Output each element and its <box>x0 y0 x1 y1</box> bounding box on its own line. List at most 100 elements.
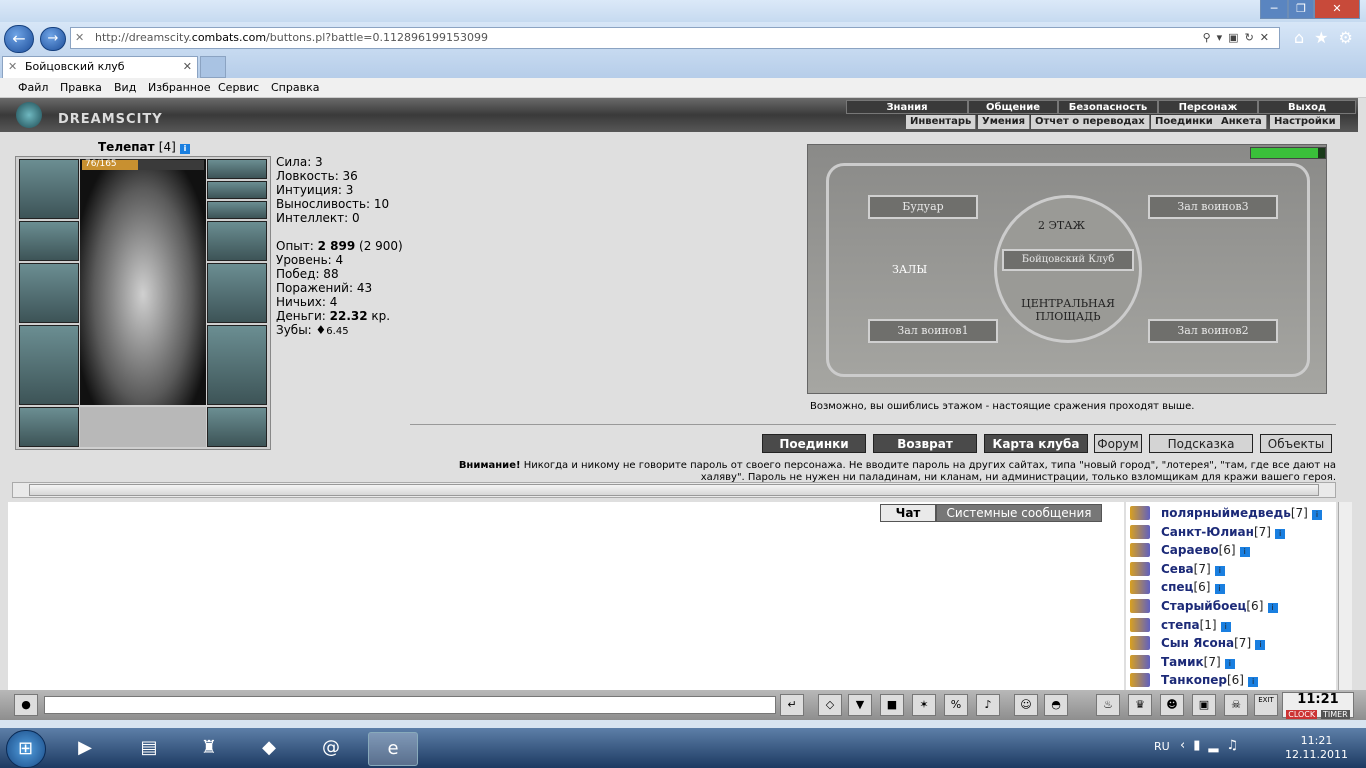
shield-icon[interactable]: ◆ <box>244 732 294 766</box>
search-icon[interactable]: ⚲ <box>1203 31 1217 44</box>
room-warriors-hall-3[interactable]: Зал воинов3 <box>1148 195 1278 219</box>
speaker-icon[interactable]: ● <box>14 694 38 716</box>
user-info-icon[interactable]: i <box>1220 621 1231 632</box>
mail-at-icon[interactable]: @ <box>306 732 356 766</box>
weapon-left-slot[interactable] <box>19 263 79 323</box>
send-icon[interactable]: ↵ <box>780 694 804 716</box>
tray-icons[interactable]: ‹▮▂♫ <box>1180 738 1246 753</box>
stop-icon[interactable]: ✕ <box>1260 31 1275 44</box>
user-row[interactable]: Санкт-Юлиан[7] i <box>1161 525 1286 539</box>
bracers-slot[interactable] <box>19 221 79 261</box>
menu-file[interactable]: Файл <box>18 81 48 94</box>
topmenu-exit[interactable]: Выход <box>1258 100 1356 114</box>
gloves-slot[interactable] <box>207 221 267 261</box>
forward-button[interactable]: → <box>40 27 66 51</box>
users-scrollbar[interactable] <box>1338 502 1352 690</box>
user-row[interactable]: Старыйбоец[6] i <box>1161 599 1278 613</box>
menu-tools[interactable]: Сервис <box>218 81 259 94</box>
user-row[interactable]: степа[1] i <box>1161 618 1231 632</box>
info-icon[interactable]: i <box>179 144 190 154</box>
timer-label[interactable]: TIMER <box>1320 710 1350 719</box>
maximize-button[interactable]: ❐ <box>1288 0 1314 19</box>
network-signal-icon[interactable]: ▂ <box>1208 738 1226 753</box>
room-warriors-hall-1[interactable]: Зал воинов1 <box>868 319 998 343</box>
potion-icon[interactable]: ♨ <box>1096 694 1120 716</box>
topmenu-character[interactable]: Персонаж <box>1158 100 1258 114</box>
minimize-button[interactable]: ─ <box>1260 0 1288 19</box>
user-info-icon[interactable]: i <box>1214 584 1225 595</box>
skull-icon[interactable]: ☠ <box>1224 694 1248 716</box>
user-action-icon[interactable] <box>1130 506 1150 520</box>
battles-button[interactable]: Поединки <box>762 434 866 453</box>
objects-button[interactable]: Объекты <box>1260 434 1332 453</box>
lock-icon[interactable]: ▣ <box>1192 694 1216 716</box>
earring-slot[interactable] <box>207 159 267 179</box>
user-info-icon[interactable]: i <box>1248 677 1259 688</box>
user-action-icon[interactable] <box>1130 580 1150 595</box>
topmenu-social[interactable]: Общение <box>968 100 1058 114</box>
armor-slot[interactable] <box>19 325 79 405</box>
rings-slot[interactable] <box>207 201 267 219</box>
compat-icon[interactable]: ▣ <box>1228 31 1244 44</box>
back-button[interactable]: ← <box>4 25 34 53</box>
leggings-slot[interactable] <box>207 325 267 405</box>
submenu-profile[interactable]: Анкета <box>1217 115 1267 129</box>
sound-icon[interactable]: ♪ <box>976 694 1000 716</box>
home-icon[interactable]: ⌂ <box>1294 28 1314 47</box>
map-central-square[interactable]: ЦЕНТРАЛЬНАЯ ПЛОЩАДЬ <box>1008 297 1128 323</box>
user-name[interactable]: Старыйбоец <box>1161 599 1246 613</box>
media-player-icon[interactable]: ▶ <box>60 732 110 766</box>
user-row[interactable]: спец[6] i <box>1161 580 1225 595</box>
tab-close-icon[interactable]: ✕ <box>183 57 192 77</box>
scrollbar-thumb[interactable] <box>29 484 1319 496</box>
horizontal-scrollbar[interactable] <box>12 482 1336 498</box>
user-action-icon[interactable] <box>1130 673 1150 688</box>
user-name[interactable]: полярныймедведь <box>1161 506 1291 520</box>
chat-input[interactable] <box>44 696 776 714</box>
user-name[interactable]: Сева <box>1161 562 1194 576</box>
submenu-settings[interactable]: Настройки <box>1270 115 1340 129</box>
save-icon[interactable]: ■ <box>880 694 904 716</box>
menu-view[interactable]: Вид <box>114 81 136 94</box>
submenu-skills[interactable]: Умения <box>978 115 1031 129</box>
user-name[interactable]: Тамик <box>1161 655 1204 669</box>
menu-favorites[interactable]: Избранное <box>148 81 210 94</box>
volume-icon[interactable]: ♫ <box>1226 738 1246 753</box>
user-action-icon[interactable] <box>1130 654 1150 669</box>
rune-slots[interactable] <box>80 407 206 447</box>
club-map-button[interactable]: Карта клуба <box>984 434 1088 453</box>
user-action-icon[interactable] <box>1130 543 1150 558</box>
user-action-icon[interactable] <box>1130 561 1150 576</box>
user-info-icon[interactable]: i <box>1239 547 1250 558</box>
user-action-icon[interactable] <box>1130 524 1150 539</box>
lion-icon[interactable]: ♛ <box>1128 694 1152 716</box>
belt-slot[interactable] <box>19 407 79 447</box>
tab-system-messages[interactable]: Системные сообщения <box>936 504 1102 522</box>
user-info-icon[interactable]: i <box>1275 528 1286 539</box>
helmet-slot[interactable] <box>19 159 79 219</box>
user-info-icon[interactable]: i <box>1312 510 1323 520</box>
amulet-slot[interactable] <box>207 181 267 199</box>
room-boudoir[interactable]: Будуар <box>868 195 978 219</box>
user-name[interactable]: Сын Ясона <box>1161 636 1234 650</box>
user-row[interactable]: Тамик[7] i <box>1161 655 1235 669</box>
fighter-icon[interactable]: ✶ <box>912 694 936 716</box>
close-window-button[interactable]: ✕ <box>1314 0 1360 19</box>
user-name[interactable]: Сараево <box>1161 543 1219 557</box>
return-button[interactable]: Возврат <box>873 434 977 453</box>
explorer-folder-icon[interactable]: ▤ <box>124 732 174 766</box>
weapon-right-slot[interactable] <box>207 263 267 323</box>
hint-button[interactable]: Подсказка <box>1149 434 1253 453</box>
tray-arrow-icon[interactable]: ‹ <box>1180 738 1193 753</box>
smiley-icon[interactable]: ☺ <box>1014 694 1038 716</box>
user-row[interactable]: Сараево[6] i <box>1161 543 1250 558</box>
user-info-icon[interactable]: i <box>1255 640 1266 651</box>
refresh-icon[interactable]: ↻ <box>1245 31 1260 44</box>
percent-icon[interactable]: % <box>944 694 968 716</box>
game-castle-icon[interactable]: ♜ <box>184 732 234 766</box>
tab-active[interactable]: ✕ Бойцовский клуб ✕ <box>2 56 198 78</box>
chat-area[interactable] <box>8 502 1124 690</box>
user-name[interactable]: Санкт-Юлиан <box>1161 525 1254 539</box>
user-action-icon[interactable] <box>1130 617 1150 632</box>
user-action-icon[interactable] <box>1130 636 1150 651</box>
